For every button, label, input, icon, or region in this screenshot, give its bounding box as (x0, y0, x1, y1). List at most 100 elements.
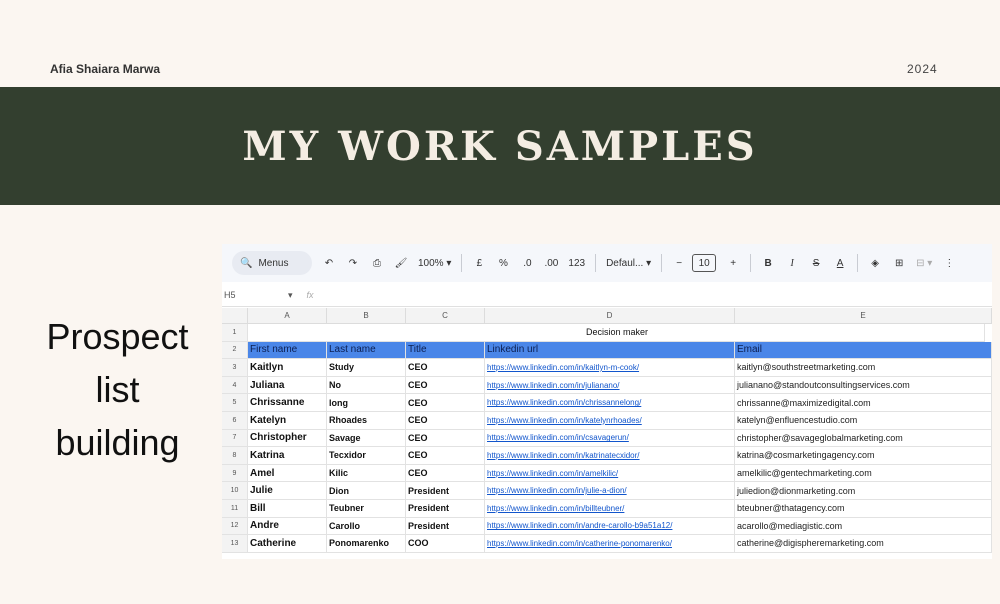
column-header-e[interactable]: E (735, 308, 992, 324)
bold-icon[interactable]: B (761, 258, 775, 269)
cell-last-name[interactable]: No (327, 376, 406, 395)
chevron-down-icon[interactable]: ▾ (288, 290, 293, 301)
cell-title[interactable]: CEO (406, 376, 485, 395)
cell-title[interactable]: President (406, 482, 485, 500)
cell-linkedin-link[interactable]: https://www.linkedin.com/in/chrissannelo… (485, 394, 735, 412)
text-color-icon[interactable]: A (833, 258, 847, 269)
row-number[interactable]: 2 (222, 341, 248, 360)
header-cell[interactable]: Last name (327, 341, 406, 360)
cell-title[interactable]: CEO (406, 464, 485, 483)
cell-title[interactable]: President (406, 499, 485, 518)
cell-first-name[interactable]: Catherine (248, 535, 327, 553)
merged-header-cell[interactable]: Decision maker (248, 324, 985, 342)
cell-email[interactable]: amelkilic@gentechmarketing.com (735, 464, 992, 483)
row-number[interactable]: 9 (222, 464, 248, 483)
cell-title[interactable]: President (406, 517, 485, 536)
cell-first-name[interactable]: Katelyn (248, 411, 327, 430)
merge-cells-icon[interactable]: ⊟ ▾ (916, 258, 932, 269)
cell-first-name[interactable]: Julie (248, 482, 327, 500)
font-select[interactable]: Defaul... ▾ (606, 258, 651, 269)
cell-last-name[interactable]: Teubner (327, 499, 406, 518)
cell-first-name[interactable]: Christopher (248, 429, 327, 448)
row-number[interactable]: 8 (222, 447, 248, 465)
cell-title[interactable]: COO (406, 535, 485, 553)
cell-last-name[interactable]: Carollo (327, 517, 406, 536)
cell-email[interactable]: katelyn@enfluencestudio.com (735, 411, 992, 430)
select-all-corner[interactable] (222, 308, 248, 324)
cell-title[interactable]: CEO (406, 447, 485, 465)
row-number[interactable]: 6 (222, 411, 248, 430)
cell-email[interactable]: katrina@cosmarketingagency.com (735, 447, 992, 465)
cell-title[interactable]: CEO (406, 394, 485, 412)
row-number[interactable]: 11 (222, 499, 248, 518)
row-number[interactable]: 3 (222, 359, 248, 377)
more-icon[interactable]: ⋮ (942, 258, 956, 269)
cell-email[interactable]: juliedion@dionmarketing.com (735, 482, 992, 500)
cell-last-name[interactable]: Rhoades (327, 411, 406, 430)
cell-first-name[interactable]: Andre (248, 517, 327, 536)
cell-title[interactable]: CEO (406, 411, 485, 430)
cell-email[interactable]: bteubner@thatagency.com (735, 499, 992, 518)
font-size-decrease-icon[interactable]: − (672, 258, 686, 269)
cell-last-name[interactable]: Dion (327, 482, 406, 500)
paint-format-icon[interactable]: 🖌 (394, 258, 408, 269)
menus-search[interactable]: 🔍 Menus (232, 251, 312, 275)
column-header-c[interactable]: C (406, 308, 485, 324)
cell-last-name[interactable]: Kilic (327, 464, 406, 483)
row-number[interactable]: 1 (222, 324, 248, 342)
italic-icon[interactable]: I (785, 258, 799, 269)
cell-linkedin-link[interactable]: https://www.linkedin.com/in/andre-caroll… (485, 517, 735, 536)
cell-linkedin-link[interactable]: https://www.linkedin.com/in/katrinatecxi… (485, 447, 735, 465)
cell-last-name[interactable]: Ponomarenko (327, 535, 406, 553)
column-header-a[interactable]: A (248, 308, 327, 324)
cell-first-name[interactable]: Bill (248, 499, 327, 518)
cell-last-name[interactable]: Study (327, 359, 406, 377)
cell-last-name[interactable]: long (327, 394, 406, 412)
cell-linkedin-link[interactable]: https://www.linkedin.com/in/julie-a-dion… (485, 482, 735, 500)
row-number[interactable]: 12 (222, 517, 248, 536)
row-number[interactable]: 4 (222, 376, 248, 395)
cell-linkedin-link[interactable]: https://www.linkedin.com/in/catherine-po… (485, 535, 735, 553)
header-cell[interactable]: Email (735, 341, 992, 360)
cell-last-name[interactable]: Tecxidor (327, 447, 406, 465)
undo-icon[interactable]: ↶ (322, 258, 336, 269)
header-cell[interactable]: Title (406, 341, 485, 360)
cell-email[interactable]: chrissanne@maximizedigital.com (735, 394, 992, 412)
cell-email[interactable]: kaitlyn@southstreetmarketing.com (735, 359, 992, 377)
column-header-d[interactable]: D (485, 308, 735, 324)
header-cell[interactable]: Linkedin url (485, 341, 735, 360)
redo-icon[interactable]: ↷ (346, 258, 360, 269)
currency-button[interactable]: £ (472, 258, 486, 269)
name-box[interactable]: H5 (224, 290, 274, 300)
cell-email[interactable]: catherine@digispheremarketing.com (735, 535, 992, 553)
cell-linkedin-link[interactable]: https://www.linkedin.com/in/julianano/ (485, 376, 735, 395)
row-number[interactable]: 10 (222, 482, 248, 500)
cell-first-name[interactable]: Chrissanne (248, 394, 327, 412)
borders-icon[interactable]: ⊞ (892, 258, 906, 269)
header-cell[interactable]: First name (248, 341, 327, 360)
column-header-b[interactable]: B (327, 308, 406, 324)
increase-decimal-button[interactable]: .00 (544, 258, 558, 269)
row-number[interactable]: 7 (222, 429, 248, 448)
font-size-increase-icon[interactable]: + (726, 258, 740, 269)
cell-last-name[interactable]: Savage (327, 429, 406, 448)
cell-title[interactable]: CEO (406, 429, 485, 448)
cell-email[interactable]: christopher@savageglobalmarketing.com (735, 429, 992, 448)
zoom-select[interactable]: 100% ▾ (418, 258, 451, 269)
decrease-decimal-button[interactable]: .0 (520, 258, 534, 269)
cell-linkedin-link[interactable]: https://www.linkedin.com/in/amelkilic/ (485, 464, 735, 483)
print-icon[interactable]: ⎙ (370, 258, 384, 269)
cell-email[interactable]: julianano@standoutconsultingservices.com (735, 376, 992, 395)
cell-linkedin-link[interactable]: https://www.linkedin.com/in/billteubner/ (485, 499, 735, 518)
cell-first-name[interactable]: Kaitlyn (248, 359, 327, 377)
cell-linkedin-link[interactable]: https://www.linkedin.com/in/csavagerun/ (485, 429, 735, 448)
cell-title[interactable]: CEO (406, 359, 485, 377)
cell-linkedin-link[interactable]: https://www.linkedin.com/in/kaitlyn-m-co… (485, 359, 735, 377)
cell-first-name[interactable]: Amel (248, 464, 327, 483)
cell-linkedin-link[interactable]: https://www.linkedin.com/in/katelynrhoad… (485, 411, 735, 430)
row-number[interactable]: 13 (222, 535, 248, 553)
percent-button[interactable]: % (496, 258, 510, 269)
cell-first-name[interactable]: Juliana (248, 376, 327, 395)
fill-color-icon[interactable]: ◈ (868, 258, 882, 269)
font-size-input[interactable]: 10 (692, 254, 717, 272)
